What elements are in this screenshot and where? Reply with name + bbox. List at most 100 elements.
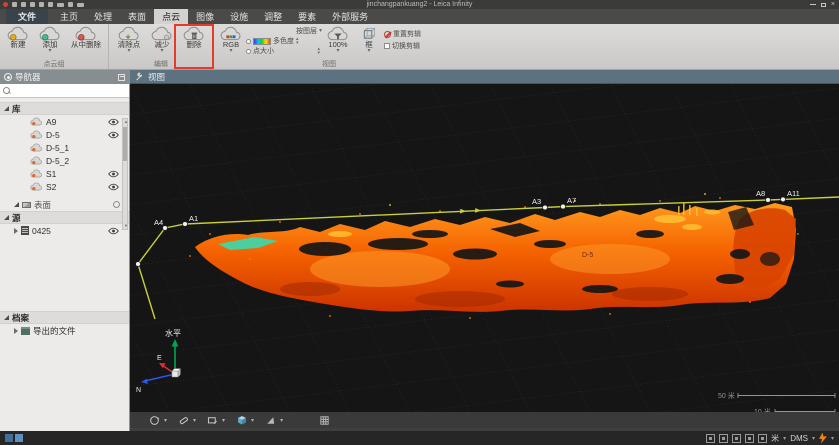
tree-item-d5-2[interactable]: D-5_2 — [0, 154, 129, 167]
settings-gear-icon[interactable] — [39, 2, 44, 7]
collapse-triangle-icon[interactable] — [14, 228, 18, 234]
visibility-eye-icon[interactable] — [108, 118, 119, 126]
dropdown-caret-icon[interactable]: ▾ — [193, 417, 196, 424]
add-to-pointcloud-button[interactable]: 添加 ▾ — [34, 24, 66, 60]
dropdown-caret-icon[interactable]: ▾ — [164, 417, 167, 424]
dropdown-caret-icon[interactable]: ▾ — [251, 417, 254, 424]
status-app-icon[interactable] — [5, 434, 13, 442]
tab-services[interactable]: 外部服务 — [324, 9, 376, 24]
surface-icon — [22, 202, 31, 208]
clear-points-button[interactable]: 清除点 ▾ — [111, 24, 147, 60]
tree-item-exported-files[interactable]: 导出的文件 — [0, 324, 129, 337]
tab-infrastructure[interactable]: 设施 — [222, 9, 256, 24]
collapse-triangle-icon[interactable] — [14, 328, 18, 334]
tree-item-d5[interactable]: D-5 — [0, 128, 129, 141]
dropdown-caret-icon[interactable]: ▾ — [280, 417, 283, 424]
record-icon[interactable] — [3, 2, 8, 7]
tab-file[interactable]: 文件 — [6, 9, 48, 24]
tree-item-s1[interactable]: S1 — [0, 167, 129, 180]
tree-item-0425[interactable]: 0425 — [0, 224, 129, 237]
tree-item-s2[interactable]: S2 — [0, 180, 129, 193]
tree-item-a9[interactable]: A9 — [0, 115, 129, 128]
minimize-button[interactable] — [810, 4, 816, 5]
tree-section-archive[interactable]: 档案 — [0, 311, 129, 324]
viewport: 视图 — [130, 70, 839, 431]
multi-color-radio[interactable] — [246, 39, 251, 44]
tree-item-d5-1[interactable]: D-5_1 — [0, 141, 129, 154]
spinner-arrows-icon[interactable]: ▴▾ — [296, 37, 299, 45]
navigator-panel: 导航器 库 A9 D-5 — [0, 70, 130, 431]
search-input[interactable] — [14, 86, 126, 95]
close-button[interactable]: × — [831, 1, 835, 8]
box-select-button[interactable] — [206, 414, 219, 427]
cloud-clear-icon — [117, 26, 141, 41]
rgb-coloring-button[interactable]: RGB ▾ — [216, 24, 246, 60]
expand-triangle-icon[interactable] — [14, 202, 19, 207]
grid-toggle-button[interactable] — [318, 414, 331, 427]
close-view-icon[interactable] — [68, 2, 73, 7]
clip-plane-button[interactable] — [264, 414, 277, 427]
tab-surfaces[interactable]: 表面 — [120, 9, 154, 24]
scrollbar-thumb[interactable] — [123, 127, 127, 161]
redo-icon[interactable] — [21, 2, 26, 7]
axis-up-label: 水平 — [165, 328, 181, 338]
angle-unit-dropdown[interactable]: DMS — [790, 434, 808, 443]
reduce-points-button[interactable]: 减少 ▾ — [147, 24, 177, 60]
scroll-down-icon[interactable]: ▼ — [124, 223, 128, 229]
frame-button[interactable]: 框 ▾ — [354, 24, 384, 60]
toggle-clip-checkbox[interactable]: 切换剪辑 — [384, 42, 442, 50]
cut-icon[interactable] — [30, 2, 35, 7]
scroll-up-icon[interactable]: ▲ — [124, 119, 128, 125]
point-size-radio[interactable] — [246, 49, 251, 54]
tab-pointcloud[interactable]: 点云 — [154, 9, 188, 24]
status-info-icon[interactable] — [15, 434, 23, 442]
grid-mode-icon[interactable] — [732, 434, 741, 443]
window-layout-icon[interactable] — [57, 3, 64, 7]
tool-icon[interactable] — [48, 2, 53, 7]
title-bar: jinchangpankuang2 - Leica Infinity × — [0, 0, 839, 9]
main-area: 导航器 库 A9 D-5 — [0, 70, 839, 431]
new-pointcloud-button[interactable]: 新建 — [2, 24, 34, 60]
orbit-view-button[interactable] — [148, 414, 161, 427]
viewport-canvas[interactable]: A4 A1 A3 A7 A8 A11 D-5 — [130, 84, 839, 412]
tab-imaging[interactable]: 图像 — [188, 9, 222, 24]
selection-mode-icon[interactable] — [758, 434, 767, 443]
label-a1: A1 — [189, 214, 198, 223]
zoom-100-button[interactable]: 100% ▾ — [322, 24, 354, 60]
tree-item-surfaces[interactable]: 表面 — [0, 198, 129, 211]
statusbar-left-icons — [5, 434, 23, 442]
visibility-eye-icon[interactable] — [108, 131, 119, 139]
cube-view-button[interactable] — [235, 414, 248, 427]
visibility-eye-icon[interactable] — [108, 183, 119, 191]
pin-panel-icon[interactable] — [118, 74, 125, 81]
length-unit-dropdown[interactable]: 米 — [771, 433, 779, 444]
table-mode-icon[interactable] — [745, 434, 754, 443]
visibility-eye-icon[interactable] — [108, 227, 119, 235]
spinner-arrows-icon[interactable]: ▴▾ — [317, 47, 320, 55]
remove-from-pointcloud-button[interactable]: 从中删除 — [66, 24, 106, 60]
tab-adjustment[interactable]: 调整 — [256, 9, 290, 24]
visibility-eye-icon[interactable] — [108, 170, 119, 178]
navigator-scrollbar[interactable]: ▲ ▼ — [122, 118, 128, 230]
tree-section-source[interactable]: 源 — [0, 211, 129, 224]
undo-icon[interactable] — [12, 2, 17, 7]
dropdown-caret-icon[interactable]: ▾ — [222, 417, 225, 424]
maximize-button[interactable] — [821, 3, 826, 7]
tab-features[interactable]: 要素 — [290, 9, 324, 24]
list-icon[interactable] — [77, 3, 84, 7]
by-layer-dropdown[interactable]: 按图层 — [296, 26, 317, 36]
expand-triangle-icon[interactable] — [4, 215, 9, 220]
tree-section-library[interactable]: 库 — [0, 102, 129, 115]
tab-processing[interactable]: 处理 — [86, 9, 120, 24]
live-status-icon[interactable] — [819, 433, 827, 444]
reset-clip-button[interactable]: 重置剪辑 — [384, 30, 442, 38]
select-edit-button[interactable] — [177, 414, 190, 427]
tab-home[interactable]: 主页 — [52, 9, 86, 24]
loading-circle-icon — [113, 201, 120, 208]
reset-clip-icon — [384, 31, 391, 38]
expand-triangle-icon[interactable] — [4, 106, 9, 111]
layers-icon[interactable] — [719, 434, 728, 443]
delete-points-button[interactable]: 删除 — [177, 24, 211, 60]
expand-triangle-icon[interactable] — [4, 315, 9, 320]
snap-mode-icon[interactable] — [706, 434, 715, 443]
